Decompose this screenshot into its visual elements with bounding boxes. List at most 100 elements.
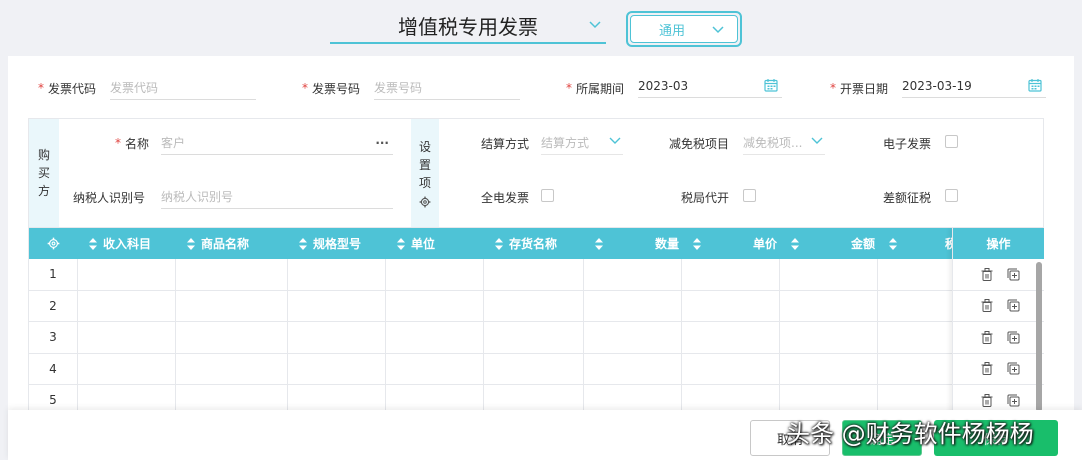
copy-add-icon[interactable] (1007, 268, 1020, 281)
period-label: * 所属期间 (566, 81, 625, 96)
taxpayer-id-input[interactable]: 纳税人识别号 (161, 185, 393, 209)
table-cell[interactable] (682, 322, 780, 353)
calendar-icon[interactable] (764, 78, 778, 92)
copy-add-icon[interactable] (1007, 362, 1020, 375)
invoice-date-input[interactable]: 2023-03-19 (902, 74, 1046, 98)
invoice-code-input[interactable]: 发票代码 (110, 76, 256, 100)
sort-icon[interactable] (187, 237, 195, 250)
table-cell[interactable] (288, 353, 386, 384)
sort-icon[interactable] (889, 237, 897, 250)
table-cell[interactable] (484, 259, 584, 290)
sort-icon[interactable] (299, 237, 307, 250)
watermark-text: 头条 @财务软件杨杨杨 (786, 420, 1034, 448)
table-cell[interactable] (176, 290, 288, 321)
invoice-form: * 发票代码 发票代码 * 发票号码 发票号码 * 所属期间 2023-03 * 开票日… (8, 56, 1074, 460)
sort-icon[interactable] (791, 237, 799, 250)
table-cell[interactable] (78, 290, 176, 321)
sort-icon[interactable] (397, 237, 405, 250)
sort-icon[interactable] (693, 237, 701, 250)
table-cell[interactable] (780, 322, 878, 353)
table-cell[interactable] (584, 290, 682, 321)
table-cell[interactable] (78, 259, 176, 290)
period-input[interactable]: 2023-03 (638, 74, 782, 98)
table-cell[interactable] (176, 259, 288, 290)
column-settings[interactable] (29, 228, 77, 259)
tax-exempt-select[interactable]: 减免税项... (743, 131, 825, 155)
table-cell[interactable] (288, 322, 386, 353)
table-cell[interactable] (780, 353, 878, 384)
copy-add-icon[interactable] (1007, 394, 1020, 407)
e-invoice-label: 电子发票 (883, 136, 932, 151)
table-cell[interactable] (484, 353, 584, 384)
row-actions (953, 322, 1044, 354)
gear-icon[interactable] (419, 196, 431, 208)
trash-icon[interactable] (981, 393, 993, 407)
sort-icon[interactable] (89, 237, 97, 250)
table-cell[interactable] (484, 290, 584, 321)
e-invoice-checkbox[interactable] (945, 135, 958, 148)
table-cell[interactable] (386, 353, 484, 384)
table-cell[interactable] (584, 259, 682, 290)
table-row[interactable]: 2 (29, 290, 1044, 322)
column-header[interactable]: 规格型号 (299, 228, 361, 259)
copy-add-icon[interactable] (1007, 299, 1020, 312)
column-header[interactable]: 商品名称 (187, 228, 249, 259)
table-cell[interactable] (78, 322, 176, 353)
settlement-select[interactable]: 结算方式 (541, 131, 623, 155)
sort-icon[interactable] (595, 237, 603, 250)
full-e-invoice-checkbox[interactable] (541, 189, 554, 202)
invoice-date-label: * 开票日期 (830, 81, 889, 96)
column-header[interactable]: 税 (889, 228, 957, 259)
table-cell[interactable] (584, 353, 682, 384)
row-number: 1 (29, 259, 78, 290)
sort-icon[interactable] (495, 237, 503, 250)
tax-office-label: 税局代开 (681, 190, 730, 205)
table-cell[interactable] (682, 353, 780, 384)
calendar-icon[interactable] (1028, 78, 1042, 92)
title-bar: 增值税专用发票 通用 (0, 0, 1082, 56)
template-select[interactable]: 通用 (626, 11, 742, 47)
table-cell[interactable] (386, 322, 484, 353)
column-header[interactable]: 单位 (397, 228, 435, 259)
table-cell[interactable] (176, 322, 288, 353)
table-cell[interactable] (176, 353, 288, 384)
settings-tab[interactable]: 设 置 项 (411, 119, 439, 227)
invoice-type-select[interactable]: 增值税专用发票 (330, 8, 606, 44)
diff-tax-checkbox[interactable] (945, 189, 958, 202)
table-cell[interactable] (682, 259, 780, 290)
table-row[interactable]: 1 (29, 259, 1044, 291)
buyer-tab: 购 买 方 (29, 119, 59, 227)
column-header[interactable]: 单价 (693, 228, 791, 259)
copy-add-icon[interactable] (1007, 331, 1020, 344)
scrollbar-thumb[interactable] (1036, 262, 1042, 412)
table-cell[interactable] (780, 290, 878, 321)
more-icon[interactable]: ··· (375, 136, 389, 150)
row-actions (953, 259, 1044, 291)
operations-header: 操作 (953, 228, 1044, 259)
table-cell[interactable] (78, 353, 176, 384)
table-row[interactable]: 3 (29, 322, 1044, 354)
table-cell[interactable] (484, 322, 584, 353)
column-header[interactable]: 存货名称 (495, 228, 557, 259)
table-cell[interactable] (386, 259, 484, 290)
trash-icon[interactable] (981, 330, 993, 344)
gear-icon[interactable] (47, 237, 60, 250)
buyer-name-input[interactable]: 客户 ··· (161, 131, 393, 155)
column-header[interactable]: 收入科目 (89, 228, 151, 259)
trash-icon[interactable] (981, 362, 993, 376)
table-cell[interactable] (386, 290, 484, 321)
table-row[interactable]: 4 (29, 353, 1044, 385)
table-cell[interactable] (288, 259, 386, 290)
tax-office-checkbox[interactable] (743, 189, 756, 202)
column-header[interactable]: 数量 (595, 228, 693, 259)
invoice-code-label: * 发票代码 (38, 81, 97, 96)
table-cell[interactable] (780, 259, 878, 290)
invoice-number-input[interactable]: 发票号码 (374, 76, 520, 100)
table-cell[interactable] (682, 290, 780, 321)
trash-icon[interactable] (981, 299, 993, 313)
table-cell[interactable] (584, 322, 682, 353)
full-e-invoice-label: 全电发票 (481, 190, 530, 205)
table-cell[interactable] (288, 290, 386, 321)
trash-icon[interactable] (981, 267, 993, 281)
column-header[interactable]: 金额 (791, 228, 889, 259)
